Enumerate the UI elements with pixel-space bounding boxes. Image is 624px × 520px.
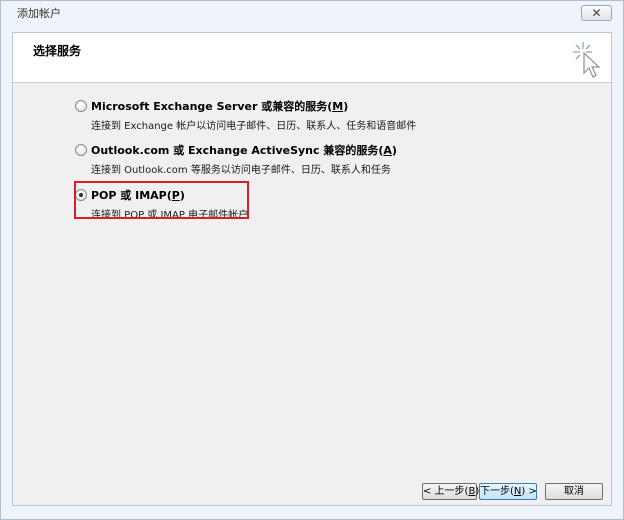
option-exchange-title: Microsoft Exchange Server 或兼容的服务(M) [91,100,349,113]
back-button[interactable]: < 上一步(B) [422,483,479,500]
radio-outlook-com[interactable] [75,144,87,156]
wizard-sparkle-cursor-icon [573,42,601,78]
selection-highlight-box [74,181,249,219]
close-button[interactable]: ✕ [581,5,612,21]
cancel-button[interactable]: 取消 [545,483,603,500]
add-account-window: 添加帐户 ✕ 选择服务 Microsoft Exchange Server 或兼… [0,0,624,520]
radio-exchange[interactable] [75,100,87,112]
option-outlook-com-description: 连接到 Outlook.com 等服务以访问电子邮件、日历、联系人和任务 [91,165,391,176]
window-title: 添加帐户 [17,7,61,20]
title-bar: 添加帐户 ✕ [1,1,623,21]
wizard-panel: 选择服务 Microsoft Exchange Server 或兼容的服务(M)… [12,32,612,506]
wizard-header: 选择服务 [13,33,611,83]
page-title: 选择服务 [33,44,82,58]
next-button[interactable]: 下一步(N) > [479,483,537,500]
close-icon: ✕ [591,6,602,20]
option-outlook-com-title: Outlook.com 或 Exchange ActiveSync 兼容的服务(… [91,144,397,157]
option-exchange-description: 连接到 Exchange 帐户以访问电子邮件、日历、联系人、任务和语音邮件 [91,121,417,132]
